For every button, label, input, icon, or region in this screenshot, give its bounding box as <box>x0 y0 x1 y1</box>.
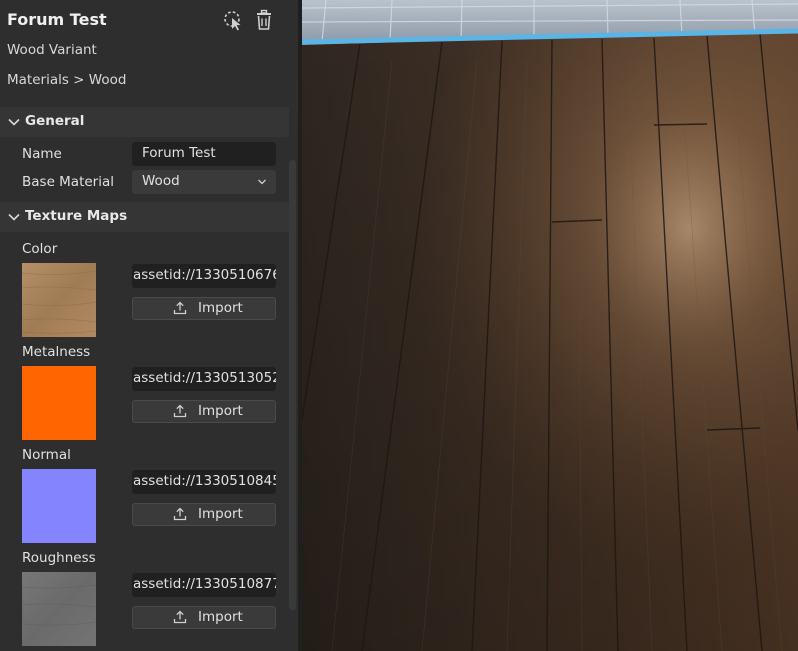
chevron-down-icon <box>258 179 266 185</box>
section-texture-maps-label: Texture Maps <box>25 208 128 224</box>
upload-icon <box>173 507 187 521</box>
upload-icon <box>173 404 187 418</box>
base-material-label: Base Material <box>22 174 115 190</box>
roughness-map-swatch[interactable] <box>22 572 96 646</box>
trash-icon[interactable] <box>253 9 275 31</box>
material-variant-subtitle: Wood Variant <box>7 42 97 58</box>
metalness-map-label: Metalness <box>22 344 91 360</box>
roughness-map-label: Roughness <box>22 550 96 566</box>
section-texture-maps-header[interactable]: Texture Maps <box>0 202 289 232</box>
chevron-down-icon <box>8 118 20 126</box>
roughness-map-import-button[interactable]: Import <box>132 606 276 629</box>
base-material-select[interactable]: Wood <box>132 170 276 194</box>
normal-map-label: Normal <box>22 447 71 463</box>
metalness-map-swatch[interactable] <box>22 366 96 440</box>
normal-map-asset-field[interactable]: assetid://13305108456 <box>132 470 276 494</box>
roughness-map-asset-field[interactable]: assetid://13305108777 <box>132 573 276 597</box>
name-field[interactable]: Forum Test <box>132 142 276 166</box>
material-properties-panel: Forum Test Wood Variant Materials > Wood… <box>0 0 298 651</box>
panel-scrollbar[interactable] <box>289 160 296 610</box>
import-label: Import <box>198 300 243 316</box>
color-map-asset-field[interactable]: assetid://13305106767 <box>132 264 276 288</box>
normal-map-swatch[interactable] <box>22 469 96 543</box>
import-label: Import <box>198 609 243 625</box>
section-general-label: General <box>25 113 85 129</box>
normal-map-import-button[interactable]: Import <box>132 503 276 526</box>
import-label: Import <box>198 403 243 419</box>
color-map-swatch[interactable] <box>22 263 96 337</box>
color-map-import-button[interactable]: Import <box>132 297 276 320</box>
upload-icon <box>173 301 187 315</box>
import-label: Import <box>198 506 243 522</box>
metalness-map-import-button[interactable]: Import <box>132 400 276 423</box>
upload-icon <box>173 610 187 624</box>
section-general-header[interactable]: General <box>0 107 289 137</box>
metalness-map-asset-field[interactable]: assetid://13305130527 <box>132 367 276 391</box>
color-map-label: Color <box>22 241 58 257</box>
base-material-value: Wood <box>142 173 180 189</box>
name-label: Name <box>22 146 62 162</box>
viewport-scene[interactable] <box>302 0 798 651</box>
3d-viewport[interactable] <box>302 0 798 651</box>
chevron-down-icon <box>8 213 20 221</box>
material-title: Forum Test <box>7 10 107 29</box>
select-cursor-icon[interactable] <box>222 9 244 31</box>
breadcrumb: Materials > Wood <box>7 72 127 88</box>
